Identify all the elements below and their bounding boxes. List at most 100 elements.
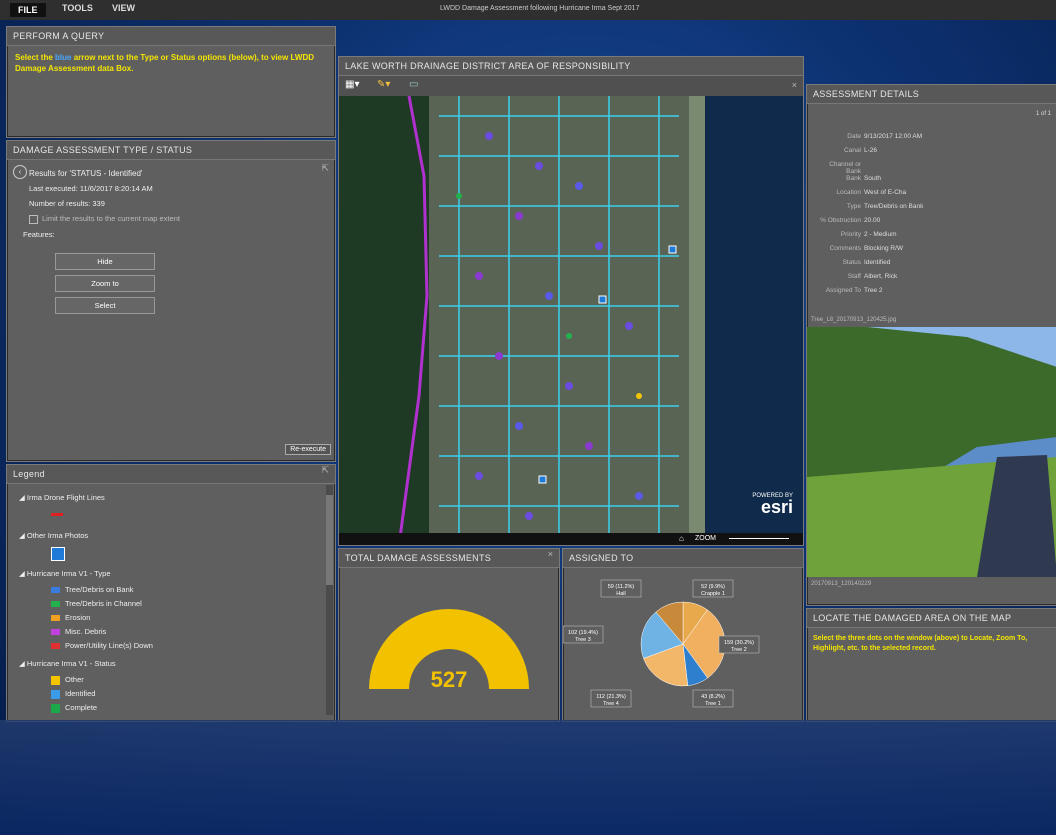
- flight-line-symbol: [51, 513, 63, 516]
- legend-type-item: Misc. Debris: [51, 627, 106, 636]
- map-title: LAKE WORTH DRAINAGE DISTRICT AREA OF RES…: [339, 57, 803, 76]
- pie-category-label: Hall: [616, 591, 625, 597]
- map-panel: LAKE WORTH DRAINAGE DISTRICT AREA OF RES…: [338, 56, 804, 546]
- flight-lines-label: Irma Drone Flight Lines: [26, 493, 105, 502]
- detail-row: Bank South: [813, 175, 881, 182]
- detail-key: Priority: [840, 231, 861, 238]
- photo-icon: [51, 547, 65, 561]
- legend-group-flight-lines[interactable]: ◢ Irma Drone Flight Lines: [19, 493, 105, 502]
- pie-value-label: 102 (19.4%): [568, 630, 598, 636]
- type-group-label: Hurricane Irma V1 - Type: [26, 569, 111, 578]
- status-item-label: Identified: [65, 689, 96, 698]
- detail-value: Identified: [864, 259, 891, 266]
- legend-group-type[interactable]: ◢ Hurricane Irma V1 - Type: [19, 569, 111, 578]
- type-item-label: Tree/Debris in Channel: [65, 599, 142, 608]
- status-symbol-icon: [51, 675, 60, 685]
- legend-scrollbar[interactable]: [326, 485, 333, 715]
- pie-category-label: Tree 1: [705, 701, 721, 707]
- limit-extent-label: Limit the results to the current map ext…: [42, 214, 180, 223]
- type-item-label: Tree/Debris on Bank: [65, 585, 134, 594]
- type-status-title: DAMAGE ASSESSMENT TYPE / STATUS: [7, 141, 335, 160]
- re-execute-button[interactable]: Re-execute: [285, 444, 331, 455]
- assessment-details-panel: ASSESSMENT DETAILS 1 of 1 Date 9/13/2017 …: [806, 84, 1056, 606]
- locate-text: Select the three dots on the window (abo…: [813, 635, 1028, 652]
- detail-key: Location: [836, 189, 861, 196]
- detail-value: 9/13/2017 12:00 AM: [864, 133, 923, 140]
- assigned-title: ASSIGNED TO: [563, 549, 803, 568]
- limit-extent-checkbox[interactable]: [29, 214, 38, 224]
- map-statusbar: ⌂ ZOOM: [339, 533, 803, 545]
- back-arrow-icon[interactable]: ‹: [13, 165, 27, 179]
- star-icon: [51, 587, 60, 594]
- detail-row: Date 9/13/2017 12:00 AM: [813, 133, 922, 140]
- layers-icon[interactable]: ▦▾: [345, 79, 359, 90]
- map-canvas[interactable]: [339, 96, 803, 545]
- star-icon: [51, 629, 60, 636]
- pie-category-label: Tree 3: [575, 637, 591, 643]
- legend-type-item: Erosion: [51, 613, 90, 622]
- query-instruction: Select the blue arrow next to the Type o…: [7, 46, 335, 80]
- total-value: 527: [430, 667, 468, 692]
- detail-row: Location West of E-Cha: [813, 189, 906, 196]
- legend-collapse-icon[interactable]: ⇱: [321, 465, 329, 476]
- type-status-panel: DAMAGE ASSESSMENT TYPE / STATUS ⇱ ‹ Resu…: [6, 140, 336, 462]
- detail-row: Priority 2 - Medium: [813, 231, 897, 238]
- star-icon: [51, 615, 60, 622]
- detail-row: Staff Albert, Rick: [813, 273, 898, 280]
- pie-category-label: Tree 2: [731, 647, 747, 653]
- detail-key: Bank: [846, 175, 861, 182]
- legend-scroll-thumb[interactable]: [326, 495, 333, 585]
- detail-key: Channel or Bank: [829, 161, 861, 175]
- details-pager[interactable]: 1 of 1: [1036, 111, 1051, 117]
- zoom-slider[interactable]: [729, 538, 789, 539]
- type-item-label: Erosion: [65, 613, 91, 622]
- basemap-icon[interactable]: ▭: [409, 79, 418, 90]
- detail-key: Assigned To: [825, 287, 861, 294]
- total-title: TOTAL DAMAGE ASSESSMENTS: [339, 549, 559, 568]
- total-close-icon[interactable]: ×: [548, 549, 553, 559]
- status-symbol-icon: [51, 703, 60, 713]
- detail-value: Tree/Debris on Bank: [864, 203, 924, 210]
- detail-value: 2 - Medium: [864, 231, 897, 238]
- locate-panel: LOCATE THE DAMAGED AREA ON THE MAP Selec…: [806, 608, 1056, 722]
- number-of-results: Number of results: 339: [29, 199, 105, 208]
- app-title: LWDD Damage Assessment following Hurrica…: [440, 5, 640, 12]
- collapse-icon[interactable]: ⇱: [321, 163, 329, 174]
- detail-key: % Obstruction: [820, 217, 861, 224]
- map-forest: [339, 96, 429, 545]
- application-screen: FILE TOOLS VIEW LWDD Damage Assessment f…: [0, 0, 1056, 835]
- zoom-to-button[interactable]: Zoom to: [55, 275, 155, 292]
- legend-group-status[interactable]: ◢ Hurricane Irma V1 - Status: [19, 659, 116, 668]
- menu-view[interactable]: VIEW: [112, 3, 135, 13]
- instruction-text: Select the: [15, 53, 56, 62]
- detail-value: 20.00: [864, 217, 881, 224]
- type-item-label: Misc. Debris: [65, 627, 107, 636]
- legend-status-item: Identified: [51, 689, 95, 699]
- instruction-blue-word: blue: [55, 53, 72, 62]
- esri-text: esri: [760, 497, 793, 517]
- assigned-pie-chart: 52 (9.9%)Crapple 1 159 (30.2%)Tree 2 43 (8…: [563, 579, 760, 708]
- status-symbol-icon: [51, 689, 60, 699]
- damage-photo[interactable]: [807, 327, 1056, 577]
- menu-tools[interactable]: TOOLS: [62, 3, 93, 13]
- photo-caption: Tree_L8_20170913_120425.jpg: [811, 317, 897, 323]
- hide-button[interactable]: Hide: [55, 253, 155, 270]
- legend-status-item: Other: [51, 675, 84, 685]
- detail-row: Comments Blocking R/W: [813, 245, 903, 252]
- map-close-icon[interactable]: ×: [792, 80, 797, 90]
- detail-value: South: [864, 175, 881, 182]
- detail-key: Date: [847, 133, 861, 140]
- status-group-label: Hurricane Irma V1 - Status: [26, 659, 116, 668]
- status-item-label: Complete: [65, 703, 98, 712]
- draw-tool-icon[interactable]: ✎▾: [377, 79, 390, 90]
- legend-group-other-photos[interactable]: ◢ Other Irma Photos: [19, 531, 88, 540]
- last-executed: Last executed: 11/6/2017 8:20:14 AM: [29, 184, 153, 193]
- pie-value-label: 52 (9.9%): [701, 584, 725, 590]
- menu-file[interactable]: FILE: [10, 3, 46, 17]
- select-button[interactable]: Select: [55, 297, 155, 314]
- home-icon[interactable]: ⌂: [679, 534, 684, 543]
- status-item-label: Other: [65, 675, 84, 684]
- features-label: Features:: [23, 229, 55, 239]
- legend-status-item: Complete: [51, 703, 97, 713]
- query-panel: PERFORM A QUERY Select the blue arrow ne…: [6, 26, 336, 138]
